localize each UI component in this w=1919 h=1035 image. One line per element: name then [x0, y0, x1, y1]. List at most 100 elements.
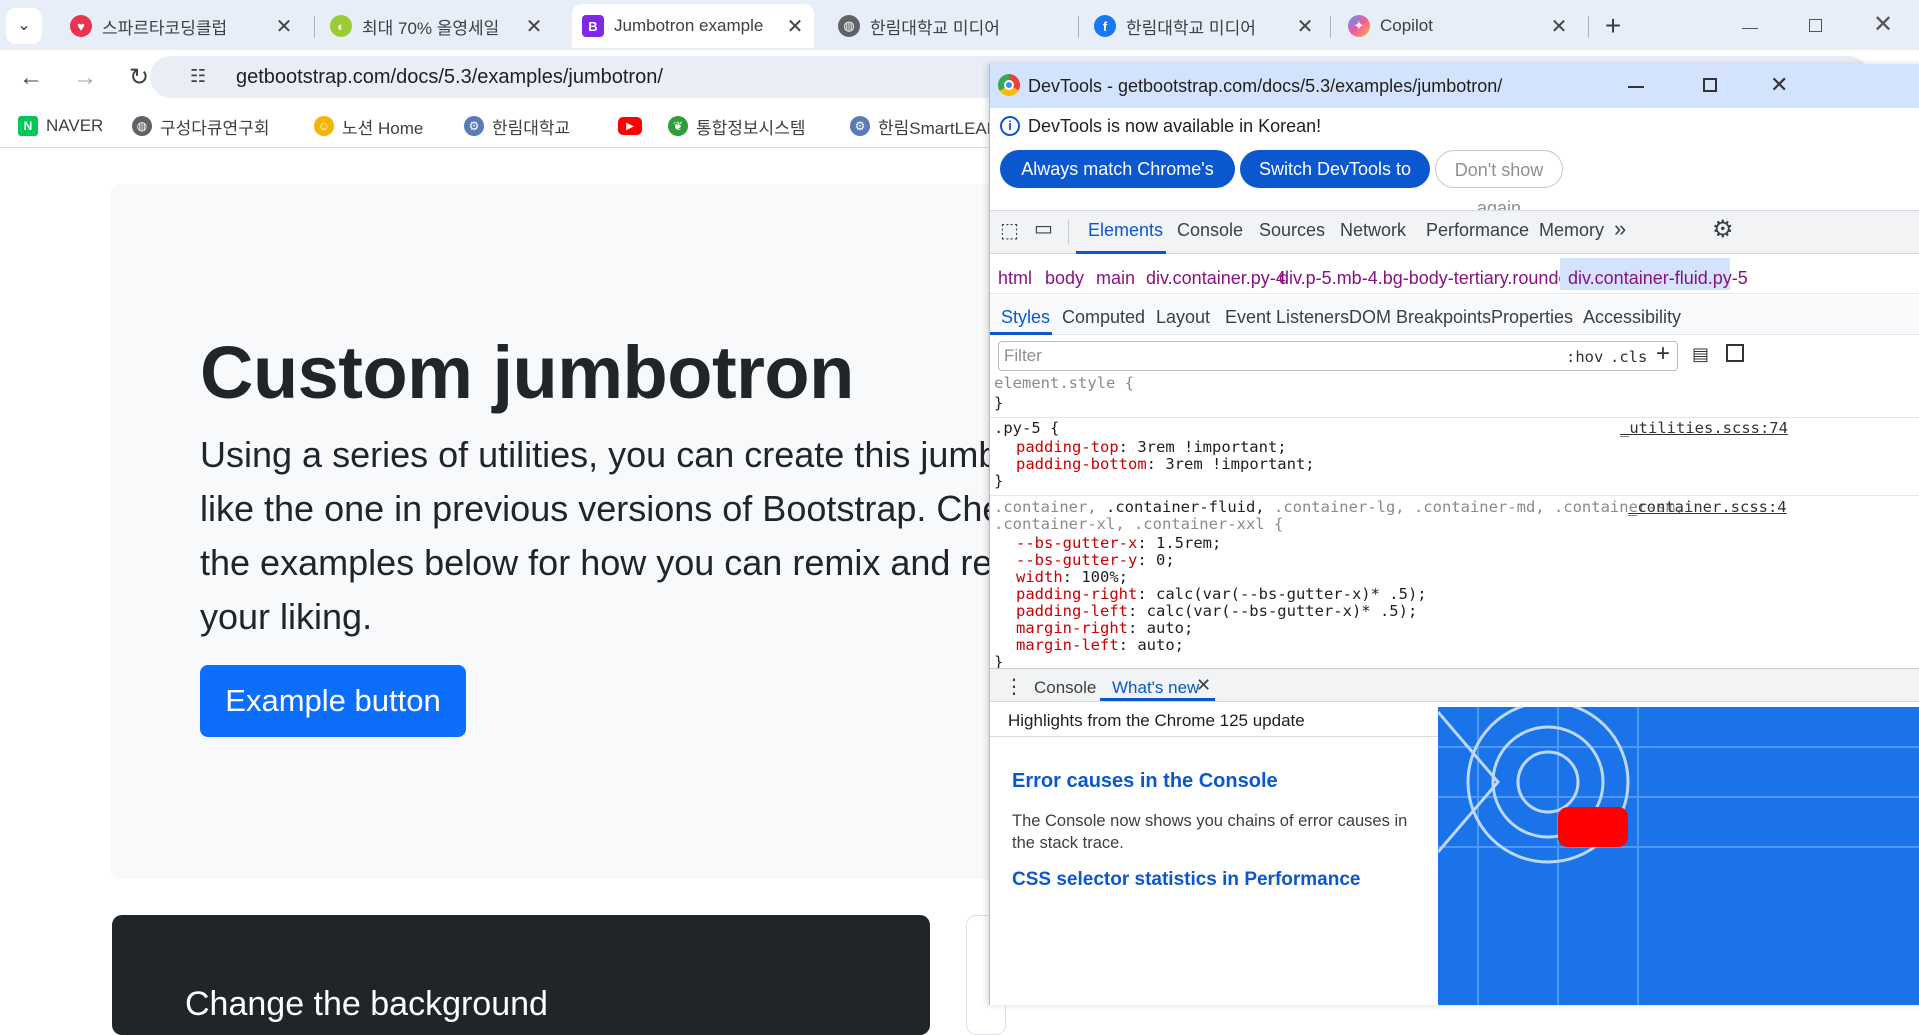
close-icon[interactable]: ✕ [1294, 14, 1316, 39]
drawer-tab-whats-new[interactable]: What's new [1112, 678, 1199, 698]
tab-1[interactable]: ◐ 최대 70% 올영세일 ✕ [330, 4, 545, 48]
url-text[interactable]: getbootstrap.com/docs/5.3/examples/jumbo… [236, 66, 663, 89]
switch-to-korean-button[interactable]: Switch DevTools to Korean [1240, 150, 1430, 217]
element-style-selector: element.style { [994, 374, 1134, 392]
breadcrumb-jumbo-div[interactable]: div.p-5.mb-4.bg-body-tertiary.rounded-3 [1279, 268, 1594, 289]
drawer-tab-console[interactable]: Console [1034, 678, 1096, 698]
tab-sources[interactable]: Sources [1259, 220, 1325, 241]
chrome-icon [998, 74, 1020, 96]
whats-new-intro: Highlights from the Chrome 125 update [1008, 711, 1305, 730]
more-tabs-icon[interactable]: » [1614, 216, 1626, 242]
tab-title: 한림대학교 미디어 [870, 18, 1000, 38]
promo-video-thumbnail[interactable] [1438, 707, 1919, 1005]
bookmark-label: 통합정보시스템 [696, 118, 806, 138]
bookmark-youtube[interactable]: ▶ [618, 112, 650, 140]
tab-accessibility[interactable]: Accessibility [1583, 307, 1681, 328]
kebab-menu-icon[interactable]: ⋮ [1004, 674, 1024, 699]
article-title-link[interactable]: CSS selector statistics in Performance [1012, 869, 1360, 891]
site-info-icon[interactable]: ☷ [190, 66, 216, 90]
close-icon[interactable]: ✕ [273, 14, 295, 39]
close-icon[interactable]: ✕ [523, 14, 545, 39]
css-declaration: padding-top: 3rem !important; [1016, 438, 1287, 456]
article-title-link[interactable]: Error causes in the Console [1012, 770, 1278, 793]
restore-button[interactable] [1800, 14, 1830, 38]
tab-memory[interactable]: Memory [1539, 220, 1604, 241]
tab-network[interactable]: Network [1340, 220, 1406, 241]
always-match-language-button[interactable]: Always match Chrome's language [1000, 150, 1235, 217]
rule-separator [990, 417, 1919, 418]
breadcrumb-body[interactable]: body [1045, 268, 1084, 289]
inspect-element-icon[interactable]: ⬚ [1000, 218, 1019, 243]
jumbotron-line: Using a series of utilities, you can cre… [200, 434, 1091, 475]
bookmark-2[interactable]: ☺ 노션 Home [314, 112, 423, 140]
drawer-active-underline [1100, 698, 1215, 701]
paint-brush-icon[interactable]: ▤ [1692, 344, 1709, 365]
dont-show-again-button[interactable]: Don't show again [1435, 150, 1563, 218]
devtools-window: DevTools - getbootstrap.com/docs/5.3/exa… [989, 64, 1919, 1005]
tab-dom-breakpoints[interactable]: DOM Breakpoints [1349, 307, 1491, 328]
tab-title: 스파르타코딩클럽 [102, 18, 228, 38]
gear-icon[interactable]: ⚙ [1712, 215, 1734, 244]
tab-event-listeners[interactable]: Event Listeners [1225, 307, 1349, 328]
bookmark-label: NAVER [46, 116, 104, 135]
tab-title: Jumbotron example [614, 16, 764, 35]
tab-properties[interactable]: Properties [1491, 307, 1573, 328]
tab-separator [1068, 220, 1069, 244]
tab-title: 한림대학교 미디어 [1126, 18, 1256, 38]
window-close-button[interactable]: ✕ [1868, 10, 1898, 40]
tab-title: Copilot [1380, 16, 1433, 35]
device-toolbar-icon[interactable]: ▭ [1034, 216, 1053, 241]
breadcrumb-main[interactable]: main [1096, 268, 1135, 289]
tab-search-button[interactable]: ⌄ [6, 8, 42, 44]
close-icon[interactable]: ✕ [1770, 72, 1788, 98]
tab-3[interactable]: ◍ 한림대학교 미디어 [838, 4, 1063, 48]
css-declaration: --bs-gutter-y: 0; [1016, 551, 1175, 569]
tab-5[interactable]: ✦ Copilot ✕ [1348, 4, 1570, 48]
cls-toggle[interactable]: .cls [1610, 348, 1647, 366]
new-tab-button[interactable]: + [1598, 12, 1628, 42]
minimize-icon [1742, 28, 1758, 29]
tab-performance[interactable]: Performance [1426, 220, 1529, 241]
example-button[interactable]: Example button [200, 665, 466, 737]
bookmark-1[interactable]: ◍ 구성다큐연구회 [132, 112, 269, 140]
chrome-graphic-icon [1438, 707, 1919, 1005]
rule-close: } [994, 394, 1004, 412]
breadcrumb-container[interactable]: div.container.py-4 [1146, 268, 1286, 289]
bookmark-3[interactable]: ⚙ 한림대학교 [464, 112, 570, 140]
tab-elements[interactable]: Elements [1088, 220, 1163, 241]
css-declaration: padding-right: calc(var(--bs-gutter-x)* … [1016, 585, 1427, 603]
tab-layout[interactable]: Layout [1156, 307, 1210, 328]
css-declaration: width: 100%; [1016, 568, 1129, 586]
new-rule-icon[interactable]: + [1656, 340, 1670, 368]
sidebar-toggle-icon[interactable] [1726, 344, 1744, 362]
minimize-button[interactable] [1628, 86, 1644, 88]
breadcrumb-container-fluid[interactable]: div.container-fluid.py-5 [1568, 268, 1748, 289]
minimize-button[interactable] [1735, 14, 1765, 38]
bookmark-6[interactable]: ⚙ 한림SmartLEAD [850, 112, 999, 140]
tab-4[interactable]: f 한림대학교 미디어 ✕ [1094, 4, 1316, 48]
arrow-left-icon: ← [19, 64, 43, 91]
bookmark-5[interactable]: ❦ 통합정보시스템 [668, 112, 805, 140]
tab-computed[interactable]: Computed [1062, 307, 1145, 328]
tab-console[interactable]: Console [1177, 220, 1243, 241]
bookmark-naver[interactable]: N NAVER [18, 112, 103, 140]
container-selector-line2: .container-xl, .container-xxl { [994, 515, 1284, 533]
forward-button[interactable]: → [70, 63, 100, 93]
close-icon[interactable]: ✕ [784, 14, 806, 39]
back-button[interactable]: ← [16, 63, 46, 93]
py5-source-link[interactable]: _utilities.scss:74 [1620, 419, 1788, 437]
container-source-link[interactable]: _container.scss:4 [1628, 498, 1787, 516]
bootstrap-icon: B [582, 15, 604, 37]
tab-0[interactable]: ♥ 스파르타코딩클럽 ✕ [70, 4, 295, 48]
article-body: the stack trace. [1012, 834, 1124, 852]
close-icon[interactable]: ✕ [1548, 14, 1570, 39]
tab-styles[interactable]: Styles [1001, 307, 1050, 328]
rule-separator [990, 495, 1919, 496]
tab-2-active[interactable]: B Jumbotron example ✕ [572, 4, 814, 48]
maximize-button[interactable] [1703, 78, 1717, 92]
tab-title: 최대 70% 올영세일 [362, 18, 500, 38]
close-icon[interactable]: ✕ [1196, 675, 1211, 696]
breadcrumb-html[interactable]: html [998, 268, 1032, 289]
jumbotron-line: your liking. [200, 596, 373, 637]
hov-toggle[interactable]: :hov [1566, 348, 1603, 366]
